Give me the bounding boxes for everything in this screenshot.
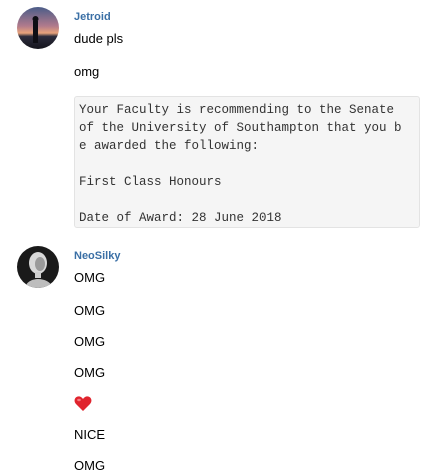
message-text: OMG [74,458,106,473]
message-text: NICE [74,427,106,442]
message-text: OMG [74,365,106,380]
avatar-neosilky[interactable] [17,246,59,288]
heart-emoji-icon [74,395,92,412]
message-text: OMG [74,270,106,285]
message-text: OMG [74,334,106,349]
message-group-neosilky: NeoSilky OMG OMG OMG OMG NICE OMG [0,0,425,476]
message-text: OMG [74,303,106,318]
monochrome-portrait-avatar-icon [17,246,59,288]
username[interactable]: NeoSilky [74,250,120,262]
